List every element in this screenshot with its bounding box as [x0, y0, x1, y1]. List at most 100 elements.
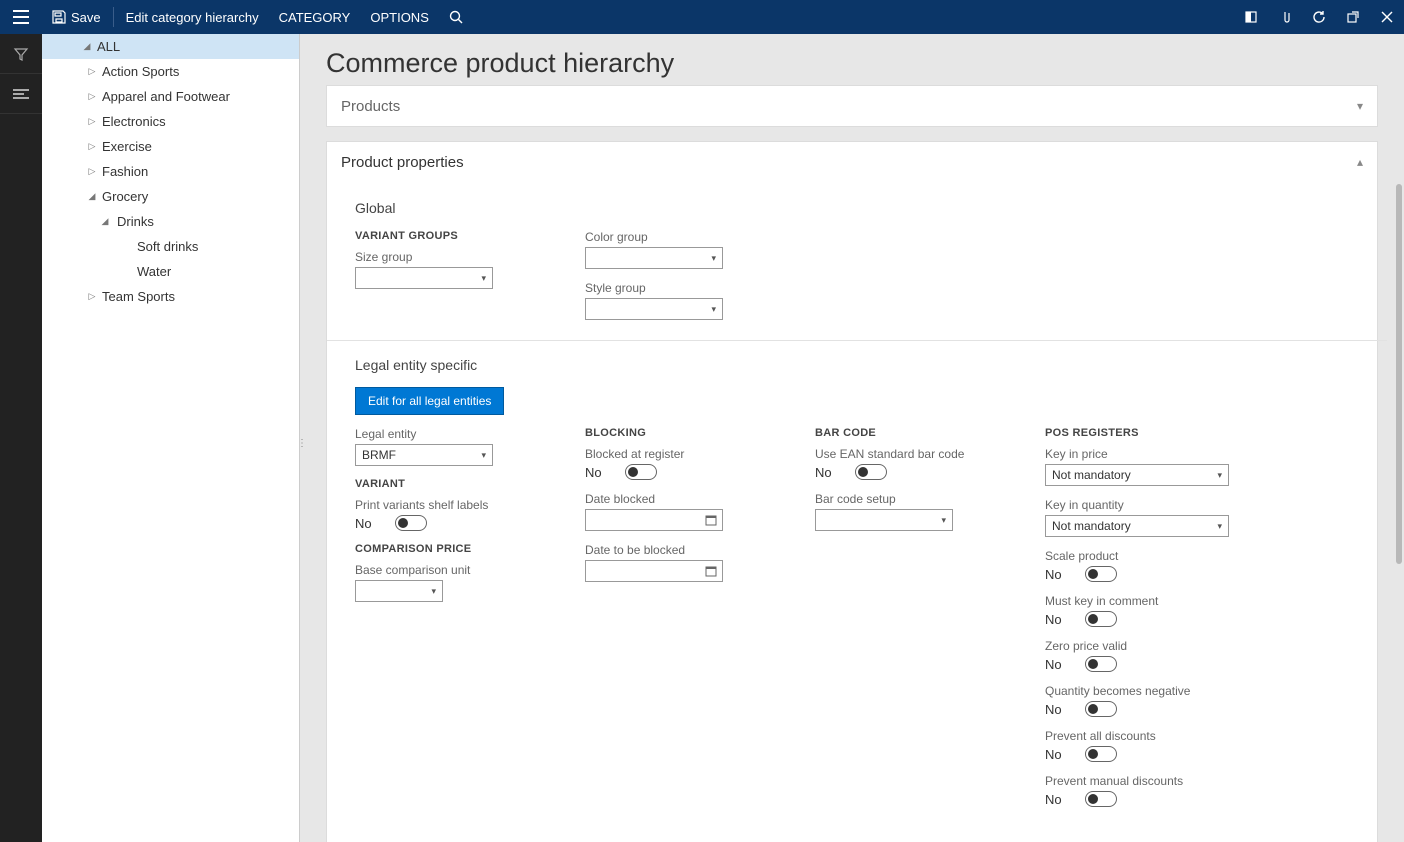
tree-item[interactable]: ▷Fashion — [42, 159, 299, 184]
tree-item-water[interactable]: Water — [42, 259, 299, 284]
search-icon — [449, 10, 463, 24]
products-panel-header[interactable]: Products ▾ — [327, 86, 1377, 126]
attachment-icon[interactable] — [1268, 0, 1302, 34]
product-properties-panel: Product properties ▴ Global VARIANT GROU… — [326, 141, 1378, 842]
use-ean-value: No — [815, 465, 841, 480]
chevron-down-icon: ▾ — [711, 304, 716, 315]
pos-registers-label: POS REGISTERS — [1045, 427, 1229, 439]
tree-item-label: Fashion — [102, 164, 148, 179]
bar-code-label: BAR CODE — [815, 427, 985, 439]
quantity-negative-toggle[interactable] — [1085, 701, 1117, 717]
chevron-down-icon: ▾ — [711, 253, 716, 264]
close-icon[interactable] — [1370, 0, 1404, 34]
scale-product-toggle[interactable] — [1085, 566, 1117, 582]
key-in-quantity-label: Key in quantity — [1045, 498, 1229, 512]
tree-item-label: Grocery — [102, 189, 148, 204]
save-button[interactable]: Save — [42, 0, 111, 34]
date-blocked-input[interactable] — [585, 509, 723, 531]
key-in-price-label: Key in price — [1045, 447, 1229, 461]
style-group-label: Style group — [585, 281, 755, 295]
edit-category-hierarchy-button[interactable]: Edit category hierarchy — [116, 0, 269, 34]
key-in-price-value: Not mandatory — [1052, 468, 1217, 482]
global-heading: Global — [355, 200, 1359, 216]
product-properties-header[interactable]: Product properties ▴ — [327, 142, 1377, 182]
prevent-manual-discounts-value: No — [1045, 792, 1071, 807]
edit-all-legal-entities-button[interactable]: Edit for all legal entities — [355, 387, 504, 415]
office-icon[interactable] — [1234, 0, 1268, 34]
key-in-price-dropdown[interactable]: Not mandatory▾ — [1045, 464, 1229, 486]
calendar-icon[interactable] — [704, 513, 718, 527]
expand-icon: ▷ — [86, 291, 98, 302]
tree-item[interactable]: ▷ Electronics — [42, 109, 299, 134]
expand-icon: ▷ — [86, 141, 98, 152]
size-group-dropdown[interactable]: ▾ — [355, 267, 493, 289]
date-to-be-blocked-label: Date to be blocked — [585, 543, 755, 557]
tree-item-grocery[interactable]: ◢Grocery — [42, 184, 299, 209]
product-properties-title: Product properties — [341, 154, 464, 171]
blocked-at-register-toggle[interactable] — [625, 464, 657, 480]
zero-price-valid-toggle[interactable] — [1085, 656, 1117, 672]
tree-item[interactable]: ▷ Team Sports — [42, 284, 299, 309]
zero-price-valid-value: No — [1045, 657, 1071, 672]
tree-item-label: Apparel and Footwear — [102, 89, 230, 104]
print-variants-value: No — [355, 516, 381, 531]
hamburger-icon[interactable] — [0, 0, 42, 34]
page-title: Commerce product hierarchy — [326, 48, 1378, 79]
date-blocked-label: Date blocked — [585, 492, 755, 506]
use-ean-label: Use EAN standard bar code — [815, 447, 985, 461]
tree-item[interactable]: ▷Exercise — [42, 134, 299, 159]
key-in-quantity-value: Not mandatory — [1052, 519, 1217, 533]
bar-code-setup-label: Bar code setup — [815, 492, 985, 506]
legal-entity-dropdown[interactable]: BRMF▾ — [355, 444, 493, 466]
use-ean-toggle[interactable] — [855, 464, 887, 480]
print-variants-toggle[interactable] — [395, 515, 427, 531]
tree-item[interactable]: ▷Action Sports — [42, 59, 299, 84]
bar-code-setup-dropdown[interactable]: ▾ — [815, 509, 953, 531]
size-group-label: Size group — [355, 250, 525, 264]
prevent-manual-discounts-toggle[interactable] — [1085, 791, 1117, 807]
base-comparison-unit-dropdown[interactable]: ▾ — [355, 580, 443, 602]
comparison-price-label: COMPARISON PRICE — [355, 543, 525, 555]
chevron-down-icon: ▾ — [1357, 99, 1363, 113]
main-content: ⋮ Commerce product hierarchy Products ▾ … — [300, 34, 1404, 842]
must-key-comment-label: Must key in comment — [1045, 594, 1229, 608]
chevron-down-icon: ▾ — [1217, 521, 1222, 532]
splitter-handle[interactable]: ⋮ — [300, 438, 307, 449]
must-key-comment-toggle[interactable] — [1085, 611, 1117, 627]
search-button[interactable] — [439, 0, 473, 34]
blocking-label: BLOCKING — [585, 427, 755, 439]
quantity-negative-label: Quantity becomes negative — [1045, 684, 1229, 698]
popout-icon[interactable] — [1336, 0, 1370, 34]
scale-product-label: Scale product — [1045, 549, 1229, 563]
divider — [327, 340, 1387, 341]
refresh-icon[interactable] — [1302, 0, 1336, 34]
color-group-label: Color group — [585, 230, 755, 244]
legal-entity-value: BRMF — [362, 448, 481, 462]
must-key-comment-value: No — [1045, 612, 1071, 627]
scrollbar-thumb[interactable] — [1396, 184, 1402, 564]
expand-icon: ▷ — [86, 66, 98, 77]
key-in-quantity-dropdown[interactable]: Not mandatory▾ — [1045, 515, 1229, 537]
date-to-be-blocked-input[interactable] — [585, 560, 723, 582]
collapse-icon: ◢ — [81, 41, 93, 52]
save-icon — [52, 10, 66, 24]
category-menu[interactable]: CATEGORY — [269, 0, 361, 34]
color-group-dropdown[interactable]: ▾ — [585, 247, 723, 269]
tree-item-label: Team Sports — [102, 289, 175, 304]
tree-root-all[interactable]: ◢ ALL — [42, 34, 299, 59]
chevron-down-icon: ▾ — [941, 515, 946, 526]
prevent-all-discounts-toggle[interactable] — [1085, 746, 1117, 762]
list-icon[interactable] — [0, 74, 42, 114]
chevron-up-icon: ▴ — [1357, 155, 1363, 169]
edit-hierarchy-label: Edit category hierarchy — [126, 10, 259, 25]
options-menu[interactable]: OPTIONS — [360, 0, 439, 34]
tree-item-drinks[interactable]: ◢Drinks — [42, 209, 299, 234]
tree-item[interactable]: ▷Apparel and Footwear — [42, 84, 299, 109]
style-group-dropdown[interactable]: ▾ — [585, 298, 723, 320]
tree-item-label: Electronics — [102, 114, 166, 129]
expand-icon: ▷ — [86, 116, 98, 127]
tree-item-soft-drinks[interactable]: Soft drinks — [42, 234, 299, 259]
zero-price-valid-label: Zero price valid — [1045, 639, 1229, 653]
calendar-icon[interactable] — [704, 564, 718, 578]
filter-icon[interactable] — [0, 34, 42, 74]
